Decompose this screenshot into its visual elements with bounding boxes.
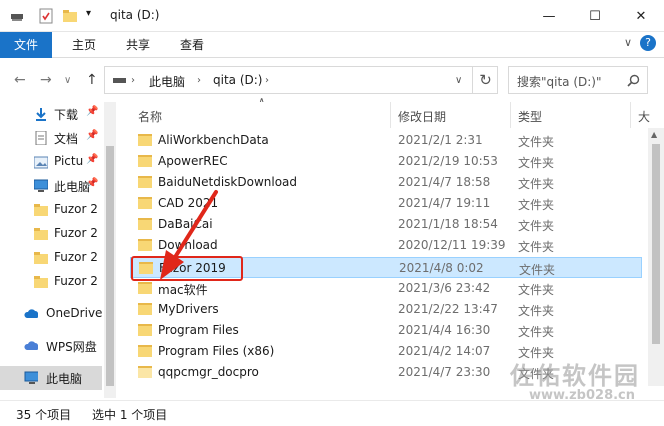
file-row[interactable]: ApowerREC 2021/2/19 10:53 文件夹 xyxy=(130,151,642,172)
minimize-button[interactable]: — xyxy=(526,0,572,32)
address-row: ← → ∨ ↑ › 此电脑 › qita (D:) › ∨ ↻ 搜索"qita … xyxy=(0,58,664,102)
address-bar[interactable]: › 此电脑 › qita (D:) › ∨ xyxy=(104,66,498,94)
nav-item-downloads[interactable]: 下载 📌 xyxy=(0,102,102,126)
folder-icon xyxy=(138,282,152,294)
file-row[interactable]: BaiduNetdiskDownload 2021/4/7 18:58 文件夹 xyxy=(130,172,642,193)
up-button[interactable]: ↑ xyxy=(86,72,98,88)
column-divider[interactable] xyxy=(630,102,631,128)
selected-count: 选中 1 个项目 xyxy=(92,408,168,422)
nav-scrollbar-thumb[interactable] xyxy=(106,146,114,386)
column-header-type[interactable]: 类型 xyxy=(518,108,542,125)
folder-icon xyxy=(138,176,152,188)
close-button[interactable]: ✕ xyxy=(618,0,664,32)
file-list-scrollbar-thumb[interactable] xyxy=(652,144,660,344)
search-placeholder: 搜索"qita (D:)" xyxy=(517,75,602,89)
maximize-button[interactable]: ☐ xyxy=(572,0,618,32)
cloud-icon xyxy=(24,341,38,350)
window-title: qita (D:) xyxy=(110,8,160,22)
download-icon xyxy=(36,108,46,121)
folder-icon xyxy=(138,366,152,378)
cloud-icon xyxy=(24,309,38,318)
quick-access-dropdown-icon[interactable]: ▾ xyxy=(86,8,91,24)
file-row[interactable]: Program Files 2021/4/4 16:30 文件夹 xyxy=(130,320,642,341)
nav-item-this-pc-pinned[interactable]: 此电脑 📌 xyxy=(0,174,102,198)
computer-icon xyxy=(24,371,38,384)
title-bar: ▾ qita (D:) — ☐ ✕ xyxy=(0,0,664,32)
pin-icon: 📌 xyxy=(86,178,99,189)
search-input[interactable]: 搜索"qita (D:)" xyxy=(508,66,648,94)
pictures-icon xyxy=(34,156,48,169)
column-divider[interactable] xyxy=(510,102,511,128)
folder-icon xyxy=(138,345,152,357)
status-bar: 35 个项目 选中 1 个项目 xyxy=(0,400,664,426)
back-button[interactable]: ← xyxy=(14,72,26,88)
new-folder-icon[interactable] xyxy=(62,8,78,24)
refresh-button[interactable]: ↻ xyxy=(472,66,498,94)
folder-icon xyxy=(138,197,152,209)
properties-icon[interactable] xyxy=(38,8,54,24)
file-row[interactable]: MyDrivers 2021/2/22 13:47 文件夹 xyxy=(130,299,642,320)
file-row[interactable]: DaBaiCai 2021/1/18 18:54 文件夹 xyxy=(130,214,642,235)
help-icon[interactable]: ? xyxy=(640,35,656,51)
computer-icon xyxy=(34,179,48,192)
nav-item-fuzor-3[interactable]: Fuzor 20 xyxy=(0,246,102,270)
nav-item-fuzor-4[interactable]: Fuzor 20 xyxy=(0,270,102,294)
address-dropdown-icon[interactable]: ∨ xyxy=(455,75,462,86)
folder-icon xyxy=(138,324,152,336)
column-divider[interactable] xyxy=(390,102,391,128)
nav-item-pictures[interactable]: Pictu 📌 xyxy=(0,150,102,174)
tab-view[interactable]: 查看 xyxy=(168,32,216,58)
item-count: 35 个项目 xyxy=(16,408,72,422)
recent-locations-button[interactable]: ∨ xyxy=(64,75,71,86)
search-icon xyxy=(627,74,640,87)
nav-item-onedrive[interactable]: OneDrive xyxy=(0,302,102,326)
pin-icon: 📌 xyxy=(86,154,99,165)
nav-item-wps-drive[interactable]: WPS网盘 xyxy=(0,334,102,358)
folder-icon xyxy=(138,134,152,146)
folder-icon xyxy=(34,276,48,288)
folder-icon xyxy=(34,228,48,240)
nav-scrollbar[interactable] xyxy=(104,102,116,398)
navigation-pane: 下载 📌 文档 📌 Pictu 📌 此电脑 📌 Fuzor 20 Fuzor 2… xyxy=(0,102,116,398)
drive-icon xyxy=(11,14,23,21)
file-list-scrollbar[interactable]: ▲ xyxy=(648,128,664,386)
nav-item-fuzor-1[interactable]: Fuzor 20 xyxy=(0,198,102,222)
folder-icon xyxy=(34,252,48,264)
folder-icon xyxy=(138,303,152,315)
tab-share[interactable]: 共享 xyxy=(114,32,162,58)
tab-home[interactable]: 主页 xyxy=(60,32,108,58)
column-headers: 名称 修改日期 类型 大 xyxy=(126,102,664,128)
column-header-date[interactable]: 修改日期 xyxy=(398,108,446,125)
folder-icon xyxy=(138,218,152,230)
breadcrumb-drive[interactable]: qita (D:) xyxy=(213,73,262,87)
tab-file[interactable]: 文件 xyxy=(0,32,52,58)
file-row[interactable]: Download 2020/12/11 19:39 文件夹 xyxy=(130,235,642,256)
forward-button[interactable]: → xyxy=(40,72,52,88)
ribbon-tabs: 文件 主页 共享 查看 ∨ ? xyxy=(0,32,664,58)
file-row[interactable]: CAD 2021 2021/4/7 19:11 文件夹 xyxy=(130,193,642,214)
drive-icon xyxy=(113,78,126,83)
nav-item-fuzor-2[interactable]: Fuzor 20 xyxy=(0,222,102,246)
folder-icon xyxy=(138,155,152,167)
column-header-size[interactable]: 大 xyxy=(638,108,650,125)
breadcrumb-this-pc[interactable]: 此电脑 xyxy=(149,73,185,90)
document-icon xyxy=(35,131,47,145)
breadcrumb-separator: › xyxy=(265,75,269,86)
file-row[interactable]: mac软件 2021/3/6 23:42 文件夹 xyxy=(130,278,642,299)
watermark-text: 佐佑软件园 xyxy=(510,362,640,390)
scroll-up-icon[interactable]: ▲ xyxy=(651,130,657,139)
pin-icon: 📌 xyxy=(86,130,99,141)
ribbon-expand-icon[interactable]: ∨ xyxy=(624,36,632,49)
folder-icon xyxy=(34,204,48,216)
pin-icon: 📌 xyxy=(86,106,99,117)
breadcrumb-separator: › xyxy=(131,75,135,86)
breadcrumb-separator: › xyxy=(197,75,201,86)
file-row[interactable]: AliWorkbenchData 2021/2/1 2:31 文件夹 xyxy=(130,130,642,151)
nav-item-documents[interactable]: 文档 📌 xyxy=(0,126,102,150)
annotation-highlight-box xyxy=(131,256,243,281)
column-header-name[interactable]: 名称 xyxy=(138,108,162,125)
folder-icon xyxy=(138,239,152,251)
nav-item-this-pc[interactable]: 此电脑 xyxy=(0,366,102,390)
